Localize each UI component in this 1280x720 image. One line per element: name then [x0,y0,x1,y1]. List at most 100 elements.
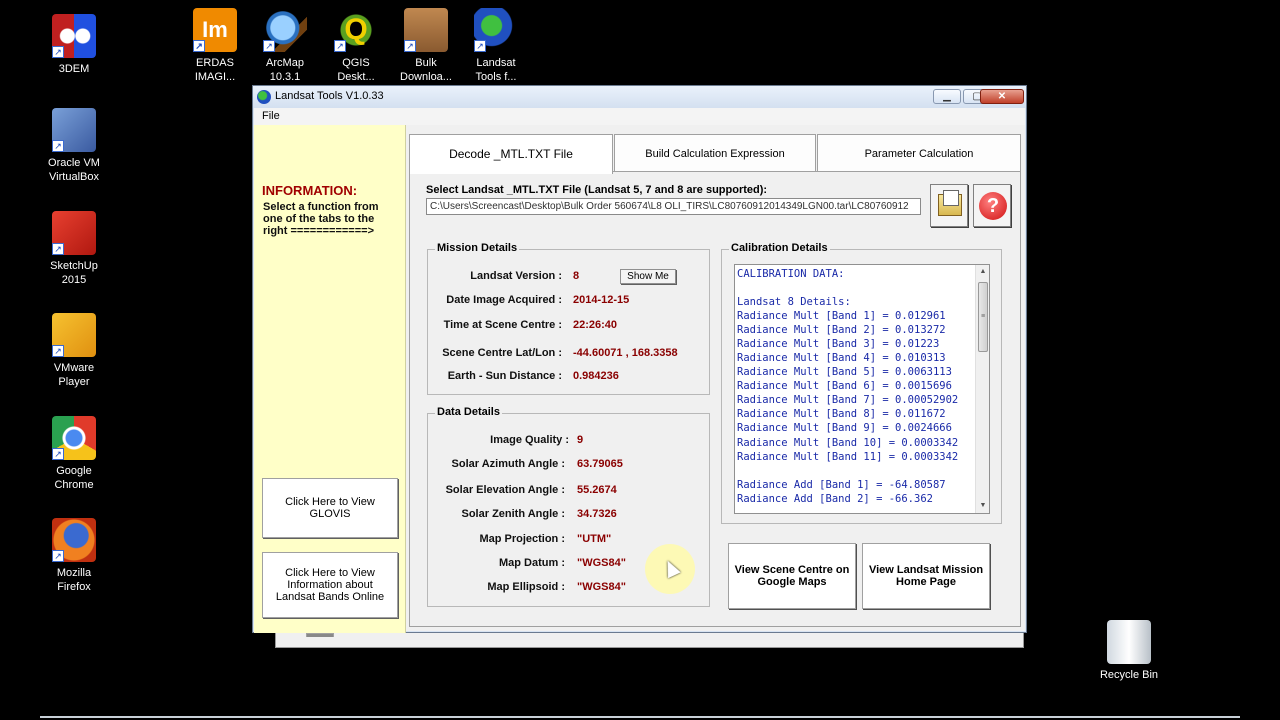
desktop-shortcut[interactable]: Q ↗ QGIS Deskt... [316,8,396,84]
data-details-title: Data Details [435,406,502,418]
shortcut-arrow-icon: ↗ [263,40,275,52]
solar-elevation-value: 55.2674 [577,484,617,496]
desktop-shortcut-label: 3DEM [58,63,90,75]
scroll-up-arrow[interactable]: ▲ [976,265,989,279]
scroll-down-arrow[interactable]: ▼ [976,499,989,513]
calibration-line: Radiance Add [Band 1] = -64.80587 [737,478,946,491]
view-glovis-button[interactable]: Click Here to View GLOVIS [262,478,398,538]
window-title: Landsat Tools V1.0.33 [275,90,384,102]
lat-lon-value: -44.60071 , 168.3358 [573,347,678,359]
taskbar-edge [40,716,1240,718]
scroll-thumb[interactable]: ≡ [978,282,988,352]
menu-bar: File [254,108,1025,125]
earth-sun-label: Earth - Sun Distance : [447,370,562,382]
map-projection-label: Map Projection : [479,533,565,545]
map-datum-value: "WGS84" [577,557,626,569]
desktop-shortcut[interactable]: ↗ ArcMap 10.3.1 [245,8,325,84]
3dem-icon: ↗ [52,14,96,58]
bulk-download-icon: ↗ [404,8,448,52]
chrome-icon: ↗ [52,416,96,460]
map-datum-label: Map Datum : [499,557,565,569]
desktop-shortcut[interactable]: ↗ Landsat Tools f... [456,8,536,84]
calibration-line: Radiance Mult [Band 2] = 0.013272 [737,324,946,337]
title-bar[interactable]: Landsat Tools V1.0.33 ▁ ▢ ✕ [253,86,1026,108]
desktop-shortcut-label: Mozilla Firefox [56,567,92,593]
map-ellipsoid-value: "WGS84" [577,581,626,593]
show-me-button[interactable]: Show Me [620,269,676,284]
desktop-shortcut[interactable]: ↗ Google Chrome [34,416,114,492]
shortcut-arrow-icon: ↗ [52,345,64,357]
date-acquired-label: Date Image Acquired : [446,294,562,306]
view-mission-home-button[interactable]: View Landsat Mission Home Page [862,543,990,609]
arcmap-icon: ↗ [263,8,307,52]
shortcut-arrow-icon: ↗ [474,40,486,52]
solar-azimuth-value: 63.79065 [577,458,623,470]
help-button[interactable]: ? [973,184,1011,227]
icon-glyph: Im [202,17,228,42]
solar-zenith-value: 34.7326 [577,508,617,520]
calibration-textarea[interactable]: CALIBRATION DATA: Landsat 8 Details: Radia… [734,264,990,514]
recycle-bin[interactable]: Recycle Bin [1089,620,1169,682]
calibration-line: Radiance Mult [Band 3] = 0.01223 [737,338,940,351]
calibration-line: Radiance Mult [Band 8] = 0.011672 [737,408,946,421]
info-panel: INFORMATION: Select a function from one … [254,125,406,633]
qgis-icon: Q ↗ [334,8,378,52]
calibration-line: Radiance Mult [Band 11] = 0.0003342 [737,450,959,463]
landsat-tools-window[interactable]: Landsat Tools V1.0.33 ▁ ▢ ✕ File INFORMA… [252,85,1027,633]
calibration-text: CALIBRATION DATA: Landsat 8 Details: Radia… [737,267,977,506]
view-bands-info-button[interactable]: Click Here to View Information about Lan… [262,552,398,618]
scene-time-label: Time at Scene Centre : [443,319,562,331]
desktop-shortcut-label: Oracle VM VirtualBox [48,157,100,183]
shortcut-arrow-icon: ↗ [52,140,64,152]
calibration-line [737,281,977,295]
virtualbox-icon: ↗ [52,108,96,152]
map-ellipsoid-label: Map Ellipsoid : [487,581,565,593]
desktop-shortcut[interactable]: ↗ VMware Player [34,313,114,389]
minimize-button[interactable]: ▁ [933,89,961,104]
desktop-shortcut[interactable]: Im ↗ ERDAS IMAGI... [175,8,255,84]
shortcut-arrow-icon: ↗ [334,40,346,52]
app-globe-icon [257,90,271,104]
shortcut-arrow-icon: ↗ [52,550,64,562]
earth-sun-value: 0.984236 [573,370,619,382]
close-button[interactable]: ✕ [980,89,1024,104]
shortcut-arrow-icon: ↗ [52,46,64,58]
desktop-shortcut[interactable]: ↗ SketchUp 2015 [34,211,114,287]
calibration-line: Radiance Mult [Band 5] = 0.0063113 [737,366,952,379]
calibration-line: Radiance Mult [Band 4] = 0.010313 [737,352,946,365]
calibration-line: CALIBRATION DATA: [737,268,845,280]
solar-zenith-label: Solar Zenith Angle : [461,508,566,520]
shortcut-arrow-icon: ↗ [52,243,64,255]
calibration-scrollbar[interactable]: ▲ ≡ ▼ [975,265,989,513]
shortcut-arrow-icon: ↗ [52,448,64,460]
tab-build-calculation[interactable]: Build Calculation Expression [614,134,816,172]
view-google-maps-button[interactable]: View Scene Centre on Google Maps [728,543,856,609]
calibration-line: Landsat 8 Details: [737,296,851,309]
menu-file[interactable]: File [262,110,280,122]
landsat-version-value: 8 [573,270,580,282]
calibration-details-title: Calibration Details [729,242,830,254]
desktop-shortcut[interactable]: ↗ Oracle VM VirtualBox [34,108,114,184]
desktop-shortcut[interactable]: ↗ Bulk Downloa... [386,8,466,84]
desktop-shortcut[interactable]: ↗ 3DEM [34,14,114,76]
browse-file-button[interactable] [930,184,968,227]
desktop-shortcut-label: QGIS Deskt... [337,57,375,83]
firefox-icon: ↗ [52,518,96,562]
icon-glyph: Q [344,13,368,46]
info-heading: INFORMATION: [262,183,358,198]
desktop-shortcut-label: Landsat Tools f... [475,57,517,83]
shortcut-arrow-icon: ↗ [193,40,205,52]
lat-lon-label: Scene Centre Lat/Lon : [442,347,562,359]
erdas-icon: Im ↗ [193,8,237,52]
scene-time-value: 22:26:40 [573,319,618,331]
decode-tab-page: Select Landsat _MTL.TXT File (Landsat 5,… [409,171,1021,627]
desktop-shortcut[interactable]: ↗ Mozilla Firefox [34,518,114,594]
mtl-file-path-input[interactable]: C:\Users\Screencast\Desktop\Bulk Order 5… [426,198,921,215]
calibration-details-group: Calibration Details CALIBRATION DATA: Lan… [721,242,1002,524]
desktop-shortcut-label: SketchUp 2015 [50,260,98,286]
mission-details-title: Mission Details [435,242,520,254]
recycle-bin-label: Recycle Bin [1099,669,1159,681]
tab-decode-mtl[interactable]: Decode _MTL.TXT File [409,134,613,174]
tab-parameter-calculation[interactable]: Parameter Calculation [817,134,1021,172]
solar-elevation-label: Solar Elevation Angle : [445,484,565,496]
